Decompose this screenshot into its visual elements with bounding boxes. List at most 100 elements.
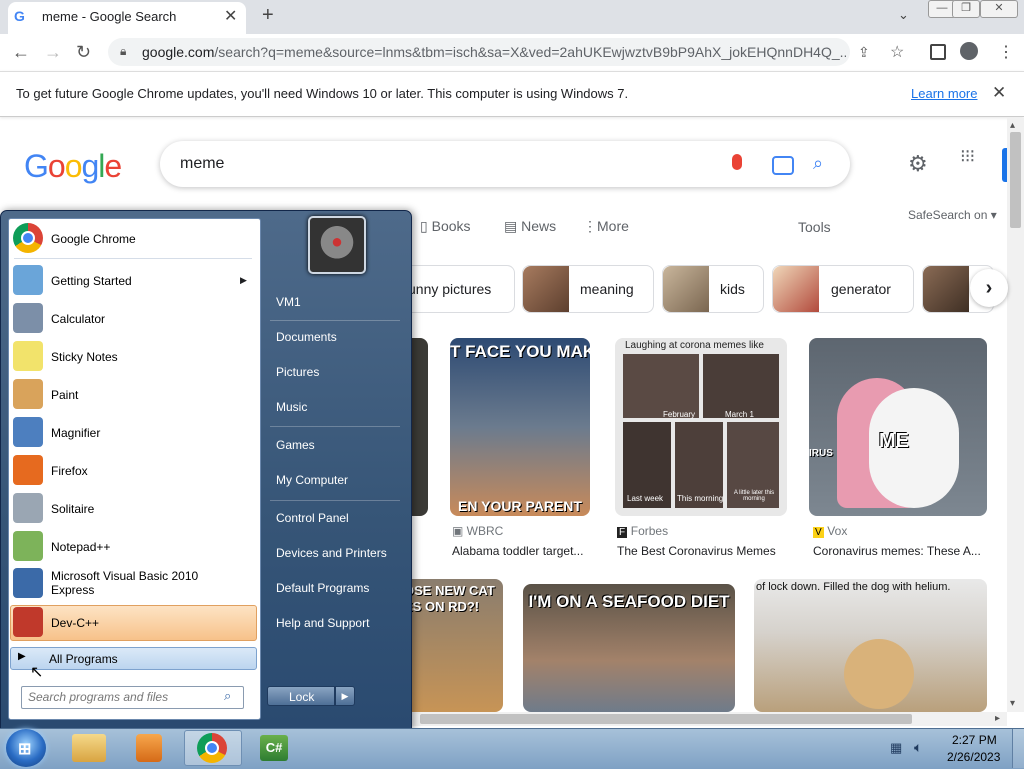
start-right-item[interactable]: Music xyxy=(276,400,307,414)
thumb-overlay-text: T FACE YOU MAK xyxy=(450,342,590,361)
program-icon xyxy=(13,341,43,371)
url-host: google.com xyxy=(142,44,215,60)
news-icon: ▤ xyxy=(504,218,518,234)
start-right-item[interactable]: Help and Support xyxy=(276,616,369,630)
google-logo[interactable]: Google xyxy=(24,148,122,185)
scroll-up-arrow-icon[interactable]: ▴ xyxy=(1010,120,1015,131)
start-right-divider xyxy=(270,500,400,501)
user-avatar[interactable] xyxy=(308,216,366,274)
clock-time[interactable]: 2:27 PM xyxy=(952,733,997,747)
safesearch-toggle[interactable]: SafeSearch on ▾ xyxy=(908,208,997,222)
vertical-scroll-thumb[interactable] xyxy=(1010,132,1021,228)
start-right-item[interactable]: Games xyxy=(276,438,315,452)
forward-icon[interactable]: → xyxy=(44,42,62,63)
start-right-item[interactable]: Devices and Printers xyxy=(276,546,387,560)
result-thumb-forbes[interactable]: Laughing at corona memes like February M… xyxy=(615,338,787,516)
tab-search-chevron-icon[interactable]: ⌄ xyxy=(898,7,909,23)
scroll-right-arrow-icon[interactable]: ▸ xyxy=(995,713,1000,724)
explorer-taskbar-icon[interactable] xyxy=(72,734,106,762)
camera-search-icon[interactable] xyxy=(772,156,794,175)
start-item-label: Magnifier xyxy=(51,426,101,440)
tab-books-label: Books xyxy=(431,218,471,234)
network-tray-icon[interactable]: ▦ xyxy=(890,740,902,756)
tab-books[interactable]: ▯ Books xyxy=(420,218,471,235)
share-icon[interactable]: ⇪ xyxy=(858,44,870,61)
submenu-arrow-icon: ▶ xyxy=(240,275,247,285)
url-text[interactable]: google.com/search?q=meme&source=lnms&tbm… xyxy=(142,44,846,60)
result-title-forbes[interactable]: The Best Coronavirus Memes xyxy=(617,544,776,558)
reload-icon[interactable]: ↻ xyxy=(76,42,91,63)
search-input[interactable]: meme xyxy=(180,155,224,173)
start-right-item[interactable]: Pictures xyxy=(276,365,319,379)
result-title-vox[interactable]: Coronavirus memes: These A... xyxy=(813,544,981,558)
clock-date[interactable]: 2/26/2023 xyxy=(947,750,1000,764)
program-icon xyxy=(13,607,43,637)
thumb-overlay-tag: IRUS xyxy=(809,448,833,459)
horizontal-scroll-thumb[interactable] xyxy=(420,714,912,724)
thumb-overlay-text: I'M ON A SEAFOOD DIET xyxy=(528,592,730,611)
start-item-label: Dev-C++ xyxy=(51,616,100,630)
search-icon[interactable]: ⌕ xyxy=(813,153,823,174)
all-programs-button[interactable] xyxy=(10,647,257,670)
chrome-menu-icon[interactable]: ⋮ xyxy=(998,42,1014,62)
result-source-vox[interactable]: V Vox xyxy=(813,523,847,538)
thumb-overlay-text: Laughing at corona memes like xyxy=(625,340,764,351)
restore-icon[interactable]: ❐ xyxy=(952,0,980,18)
start-right-item[interactable]: My Computer xyxy=(276,473,348,487)
bookmark-star-icon[interactable]: ☆ xyxy=(890,42,904,62)
learn-more-link[interactable]: Learn more xyxy=(911,86,977,101)
result-thumb-wbrc[interactable]: T FACE YOU MAK EN YOUR PARENT xyxy=(450,338,590,516)
start-right-item[interactable]: Control Panel xyxy=(276,511,349,525)
forbes-favicon-icon: F xyxy=(617,527,628,538)
result-thumb-dog[interactable]: of lock down. Filled the dog with helium… xyxy=(754,579,987,712)
thumb-dog-figure xyxy=(844,639,914,709)
result-source-wbrc[interactable]: ▣ WBRC xyxy=(452,523,503,538)
caret-down-icon: ▾ xyxy=(990,208,997,222)
profile-icon[interactable] xyxy=(960,42,978,60)
chips-next-arrow-icon[interactable]: › xyxy=(970,269,1008,307)
tab-close-icon[interactable]: ✕ xyxy=(224,6,237,26)
mic-icon[interactable] xyxy=(732,154,742,170)
infobar-close-icon[interactable]: ✕ xyxy=(992,83,1006,103)
result-source-forbes[interactable]: F Forbes xyxy=(617,523,668,538)
source-favicon-icon: ▣ xyxy=(452,524,467,538)
search-box[interactable] xyxy=(160,141,850,187)
chip-generator-label: generator xyxy=(831,281,891,297)
google-favicon-icon: G xyxy=(14,8,25,24)
start-item-label: Getting Started xyxy=(51,274,132,288)
result-thumb-seafood[interactable]: I'M ON A SEAFOOD DIET xyxy=(523,584,735,712)
chip-kids-label: kids xyxy=(720,281,745,297)
shutdown-options-arrow-icon[interactable]: ▶ xyxy=(335,686,355,706)
apps-grid-icon[interactable]: ⁝⁝⁝ xyxy=(960,147,975,165)
window-close-icon[interactable]: ✕ xyxy=(980,0,1018,18)
volume-tray-icon[interactable]: 🔈︎ xyxy=(914,739,922,756)
result-thumb-cat[interactable]: OSE NEW CAT ES ON RD?! xyxy=(400,579,503,712)
new-tab-icon[interactable]: + xyxy=(262,4,274,27)
lock-icon[interactable]: 🔒︎ xyxy=(120,44,126,59)
thumb-overlay-line2: ES ON RD?! xyxy=(404,599,480,614)
start-right-item[interactable]: Default Programs xyxy=(276,581,369,595)
settings-gear-icon[interactable]: ⚙ xyxy=(908,151,928,177)
chrome-icon xyxy=(13,223,43,253)
lock-button-label: Lock xyxy=(289,690,315,704)
back-icon[interactable]: ← xyxy=(12,42,30,63)
result-title-wbrc[interactable]: Alabama toddler target... xyxy=(452,544,583,558)
scroll-down-arrow-icon[interactable]: ▾ xyxy=(1010,698,1015,709)
tab-more-label: More xyxy=(597,218,629,234)
tab-more[interactable]: ⋮More xyxy=(583,218,629,235)
result-thumb-vox[interactable]: ME IRUS xyxy=(809,338,987,516)
tools-button[interactable]: Tools xyxy=(798,219,831,235)
start-right-item[interactable]: VM1 xyxy=(276,295,301,309)
tab-news-label: News xyxy=(521,218,557,234)
vox-favicon-icon: V xyxy=(813,527,824,538)
tab-news[interactable]: ▤ News xyxy=(504,218,556,235)
show-desktop-button[interactable] xyxy=(1012,729,1024,768)
csharp-taskbar-icon[interactable]: C# xyxy=(260,735,288,761)
start-item-label: Sticky Notes xyxy=(51,350,118,364)
chip-funny-pictures-label: unny pictures xyxy=(408,281,492,297)
url-path: /search?q=meme&source=lnms&tbm=isch&sa=X… xyxy=(214,44,846,60)
start-right-item[interactable]: Documents xyxy=(276,330,337,344)
thumb-cell xyxy=(703,354,779,418)
media-player-taskbar-icon[interactable] xyxy=(136,734,162,762)
side-panel-icon[interactable] xyxy=(930,44,946,60)
